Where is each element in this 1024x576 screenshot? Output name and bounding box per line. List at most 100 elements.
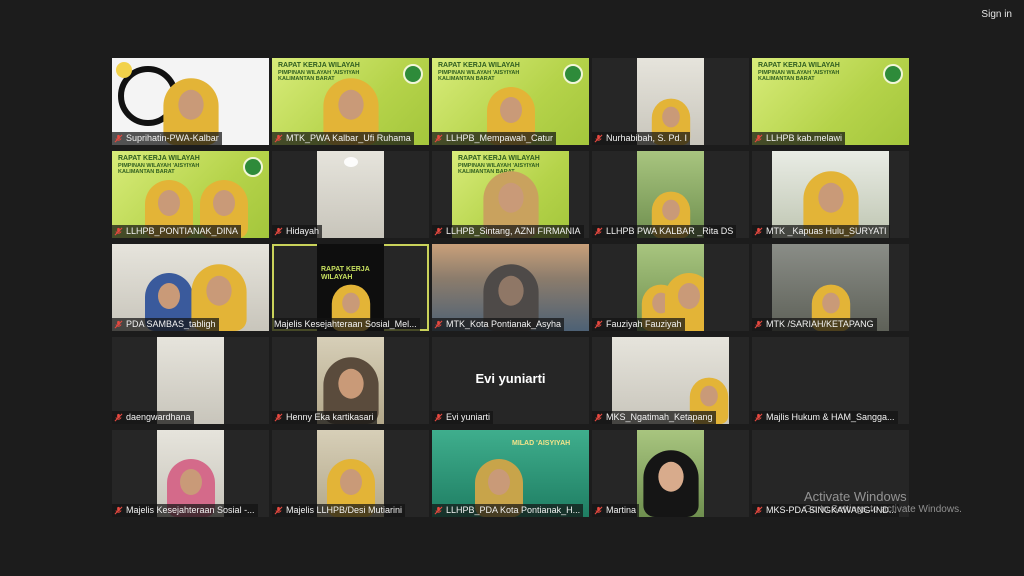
participant-tile[interactable]: RAPAT KERJA WILAYAH PIMPINAN WILAYAH 'AIS…	[432, 58, 589, 145]
aisyiyah-seal-icon	[563, 64, 583, 84]
mic-muted-icon	[274, 227, 283, 236]
participant-tile-camera-off[interactable]: Majlis Hukum & HAM_Sangga...	[752, 337, 909, 424]
mic-muted-icon	[274, 506, 283, 515]
mic-muted-icon	[754, 227, 763, 236]
participant-nameplate: Majelis Kesejahteraan Sosial_Mel...	[272, 318, 420, 331]
ceiling-light	[343, 157, 358, 167]
participant-tile[interactable]: Nurhabibah, S. Pd. I	[592, 58, 749, 145]
aisyiyah-seal-icon	[403, 64, 423, 84]
mic-muted-icon	[754, 413, 763, 422]
participant-tile[interactable]: PDA SAMBAS_tabligh	[112, 244, 269, 331]
video-grid: Suprihatin-PWA-Kalbar RAPAT KERJA WILAYA…	[112, 58, 909, 517]
banner-text: RAPAT KERJA WILAYAH PIMPINAN WILAYAH 'AIS…	[118, 155, 200, 175]
participant-name: MTK_Kota Pontianak_Asyha	[446, 319, 562, 329]
participant-nameplate: Henny Eka kartikasari	[272, 411, 377, 424]
participant-tile[interactable]: Majelis LLHPB/Desi Mutiarini	[272, 430, 429, 517]
participant-name: Majelis Kesejahteraan Sosial -...	[126, 505, 255, 515]
aisyiyah-seal-icon	[883, 64, 903, 84]
banner-text: RAPAT KERJA WILAYAH	[321, 266, 370, 281]
participant-tile[interactable]: RAPAT KERJA WILAYAH PIMPINAN WILAYAH 'AIS…	[752, 58, 909, 145]
participant-nameplate: MTK /SARIAH/KETAPANG	[752, 318, 877, 331]
mic-muted-icon	[594, 320, 603, 329]
video-feed	[317, 151, 384, 238]
participant-tile[interactable]: Hidayah	[272, 151, 429, 238]
sun-icon	[116, 62, 132, 78]
mic-muted-icon	[114, 320, 123, 329]
participant-nameplate: Nurhabibah, S. Pd. I	[592, 132, 691, 145]
participant-name: Fauziyah Fauziyah	[606, 319, 682, 329]
participant-nameplate: Martina	[592, 504, 640, 517]
participant-nameplate: LLHPB_Sintang, AZNI FIRMANIA	[432, 225, 584, 238]
participant-tile[interactable]: RAPAT KERJA WILAYAH PIMPINAN WILAYAH 'AIS…	[432, 151, 589, 238]
participant-tile[interactable]: RAPAT KERJA WILAYAH PIMPINAN WILAYAH 'AIS…	[272, 58, 429, 145]
participant-tile[interactable]: Martina	[592, 430, 749, 517]
participant-name: MTK _Kapuas Hulu_SURYATI	[766, 226, 887, 236]
participant-display-name: Evi yuniarti	[475, 371, 546, 386]
participant-nameplate: Majelis Kesejahteraan Sosial -...	[112, 504, 258, 517]
participant-tile[interactable]: LLHPB PWA KALBAR _Rita DS	[592, 151, 749, 238]
participant-name: LLHPB_Sintang, AZNI FIRMANIA	[446, 226, 581, 236]
participant-tile[interactable]: MTK _Kapuas Hulu_SURYATI	[752, 151, 909, 238]
aisyiyah-seal-icon	[243, 157, 263, 177]
participant-tile[interactable]: MTK_Kota Pontianak_Asyha	[432, 244, 589, 331]
participant-name: PDA SAMBAS_tabligh	[126, 319, 216, 329]
activate-windows-watermark: Activate Windows Go to Settings to activ…	[804, 489, 962, 516]
participant-tile[interactable]: RAPAT KERJA WILAYAH PIMPINAN WILAYAH 'AIS…	[112, 151, 269, 238]
activate-windows-subtitle: Go to Settings to activate Windows.	[804, 504, 962, 515]
participant-name: Majelis Kesejahteraan Sosial_Mel...	[274, 319, 417, 329]
participant-video	[638, 446, 702, 517]
participant-nameplate: MTK _Kapuas Hulu_SURYATI	[752, 225, 890, 238]
participant-name: LLHPB_Mempawah_Catur	[446, 133, 554, 143]
banner-text: RAPAT KERJA WILAYAH PIMPINAN WILAYAH 'AIS…	[438, 62, 520, 82]
participant-name: MTK /SARIAH/KETAPANG	[766, 319, 874, 329]
participant-name: MKS_Ngatimah_Ketapang	[606, 412, 713, 422]
mic-muted-icon	[114, 134, 123, 143]
mic-muted-icon	[114, 227, 123, 236]
participant-tile[interactable]: daengwardhana	[112, 337, 269, 424]
participant-tile[interactable]: MILAD 'AISYIYAH LLHPB_PDA Kota Pontianak…	[432, 430, 589, 517]
participant-tile[interactable]: Majelis Kesejahteraan Sosial -...	[112, 430, 269, 517]
sign-in-button[interactable]: Sign in	[977, 6, 1016, 23]
mic-muted-icon	[754, 506, 763, 515]
mic-muted-icon	[594, 227, 603, 236]
participant-name: LLHPB_PDA Kota Pontianak_H...	[446, 505, 581, 515]
participant-name: daengwardhana	[126, 412, 191, 422]
participant-tile-camera-off[interactable]: Evi yuniarti Evi yuniarti	[432, 337, 589, 424]
participant-nameplate: LLHPB PWA KALBAR _Rita DS	[592, 225, 737, 238]
participant-tile[interactable]: Fauziyah Fauziyah	[592, 244, 749, 331]
mic-muted-icon	[754, 320, 763, 329]
mic-muted-icon	[274, 413, 283, 422]
participant-nameplate: LLHPB_Mempawah_Catur	[432, 132, 557, 145]
participant-tile[interactable]: Suprihatin-PWA-Kalbar	[112, 58, 269, 145]
participant-tile-active-speaker[interactable]: RAPAT KERJA WILAYAH Majelis Kesejahteraa…	[272, 244, 429, 331]
video-feed	[637, 430, 704, 517]
participant-nameplate: Majlis Hukum & HAM_Sangga...	[752, 411, 898, 424]
mic-muted-icon	[434, 413, 443, 422]
participant-tile[interactable]: MKS_Ngatimah_Ketapang	[592, 337, 749, 424]
mic-muted-icon	[434, 227, 443, 236]
mic-muted-icon	[434, 320, 443, 329]
mic-muted-icon	[114, 413, 123, 422]
participant-nameplate: Suprihatin-PWA-Kalbar	[112, 132, 222, 145]
participant-nameplate: LLHPB_PONTIANAK_DINA	[112, 225, 242, 238]
participant-name: Majlis Hukum & HAM_Sangga...	[766, 412, 895, 422]
participant-nameplate: Evi yuniarti	[432, 411, 494, 424]
participant-name: MTK_PWA Kalbar_Ufi Ruhama	[286, 133, 411, 143]
participant-name: Majelis LLHPB/Desi Mutiarini	[286, 505, 403, 515]
participant-tile[interactable]: MTK /SARIAH/KETAPANG	[752, 244, 909, 331]
mic-muted-icon	[114, 506, 123, 515]
participant-tile[interactable]: Henny Eka kartikasari	[272, 337, 429, 424]
participant-nameplate: Majelis LLHPB/Desi Mutiarini	[272, 504, 406, 517]
milad-banner-text: MILAD 'AISYIYAH	[512, 440, 571, 447]
participant-name: Suprihatin-PWA-Kalbar	[126, 133, 219, 143]
participant-name: Martina	[606, 505, 637, 515]
participant-name: LLHPB_PONTIANAK_DINA	[126, 226, 239, 236]
mic-muted-icon	[754, 134, 763, 143]
participant-name: Evi yuniarti	[446, 412, 491, 422]
participant-name: Nurhabibah, S. Pd. I	[606, 133, 688, 143]
participant-nameplate: daengwardhana	[112, 411, 194, 424]
participant-nameplate: LLHPB_PDA Kota Pontianak_H...	[432, 504, 584, 517]
mic-muted-icon	[594, 506, 603, 515]
mic-muted-icon	[434, 506, 443, 515]
activate-windows-title: Activate Windows	[804, 489, 907, 504]
